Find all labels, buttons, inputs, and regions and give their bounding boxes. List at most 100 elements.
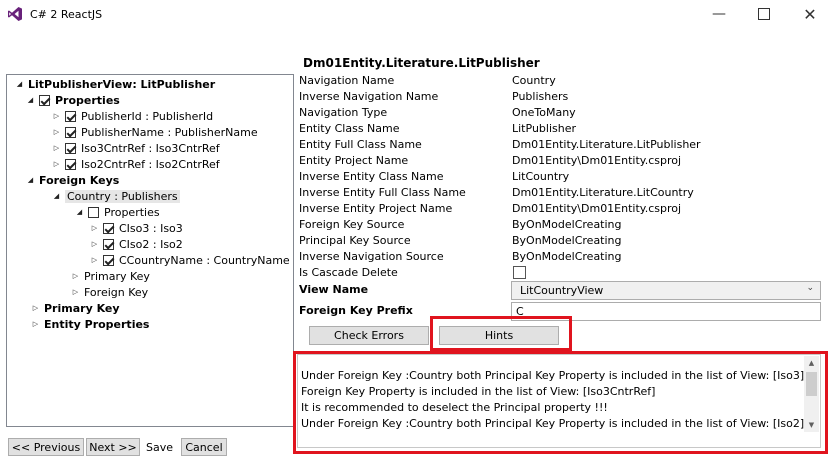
tree-node-primary-key[interactable]: ▷ Primary Key [31, 300, 120, 316]
prop-value: Country [512, 74, 556, 87]
cascade-delete-label: Is Cascade Delete [299, 266, 398, 279]
prop-label: Inverse Entity Project Name [299, 202, 453, 215]
tree-label: Primary Key [44, 301, 120, 315]
tree-label: Properties [104, 205, 160, 219]
fk-properties-checkbox[interactable] [88, 206, 99, 218]
prop-value: LitCountry [512, 170, 570, 183]
expand-icon[interactable]: ▷ [90, 224, 99, 232]
tree-label: CCountryName : CountryName [119, 253, 290, 267]
view-name-select[interactable]: LitCountryView ⌄ [511, 281, 821, 300]
visual-studio-icon [8, 7, 22, 21]
prop-label: Principal Key Source [299, 234, 411, 247]
prop-label: Entity Class Name [299, 122, 400, 135]
tree-node-fk-property[interactable]: ▷ CCountryName : CountryName [90, 252, 290, 268]
prop-value: OneToMany [512, 106, 576, 119]
expand-icon[interactable]: ▷ [71, 288, 80, 296]
prop-value: LitPublisher [512, 122, 576, 135]
prop-label: Entity Full Class Name [299, 138, 422, 151]
chevron-down-icon: ⌄ [806, 283, 814, 293]
tree-node-properties[interactable]: ◢ Properties [26, 92, 120, 108]
tree-label: PublisherName : PublisherName [81, 125, 258, 139]
cascade-delete-checkbox[interactable] [513, 266, 526, 279]
tree-node-property[interactable]: ▷ Iso3CntrRef : Iso3CntrRef [52, 140, 220, 156]
expand-icon[interactable]: ▷ [90, 240, 99, 248]
cancel-button[interactable]: Cancel [181, 438, 227, 456]
tree-node-property[interactable]: ▷ PublisherName : PublisherName [52, 124, 258, 140]
property-checkbox[interactable] [103, 222, 114, 234]
tree-label: Iso2CntrRef : Iso2CntrRef [81, 157, 220, 171]
prop-label: Inverse Navigation Source [299, 250, 444, 263]
view-name-value: LitCountryView [520, 284, 604, 297]
entity-tree[interactable]: ◢ LitPublisherView: LitPublisher ◢ Prope… [6, 74, 294, 427]
prop-label: Inverse Entity Class Name [299, 170, 444, 183]
collapse-icon[interactable]: ◢ [26, 176, 35, 184]
tree-node-foreign-keys[interactable]: ◢ Foreign Keys [26, 172, 120, 188]
property-checkbox[interactable] [103, 238, 114, 250]
hints-highlight-frame [430, 316, 572, 351]
tree-node-fk-properties[interactable]: ◢ Properties [75, 204, 160, 220]
next-button[interactable]: Next >> [86, 438, 140, 456]
tree-node-fk-property[interactable]: ▷ CIso3 : Iso3 [90, 220, 183, 236]
expand-icon[interactable]: ▷ [31, 304, 40, 312]
tree-label-selected: Country : Publishers [65, 189, 180, 203]
tree-node-property[interactable]: ▷ PublisherId : PublisherId [52, 108, 213, 124]
tree-label: Foreign Keys [39, 173, 120, 187]
collapse-icon[interactable]: ◢ [15, 80, 24, 88]
expand-icon[interactable]: ▷ [52, 144, 61, 152]
entity-title: Dm01Entity.Literature.LitPublisher [303, 56, 540, 70]
prop-label: Inverse Entity Full Class Name [299, 186, 466, 199]
prop-value: Dm01Entity.Literature.LitCountry [512, 186, 694, 199]
tree-node-fk-foreign-key[interactable]: ▷ Foreign Key [71, 284, 148, 300]
tree-label: Iso3CntrRef : Iso3CntrRef [81, 141, 220, 155]
view-name-label: View Name [299, 283, 369, 296]
expand-icon[interactable]: ▷ [90, 256, 99, 264]
expand-icon[interactable]: ▷ [71, 272, 80, 280]
minimize-icon[interactable]: — [706, 2, 732, 26]
tree-node-entity-properties[interactable]: ▷ Entity Properties [31, 316, 150, 332]
collapse-icon[interactable]: ◢ [75, 208, 84, 216]
prop-value: ByOnModelCreating [512, 250, 622, 263]
prop-value: ByOnModelCreating [512, 218, 622, 231]
window-title: C# 2 ReactJS [30, 8, 103, 21]
expand-icon[interactable]: ▷ [31, 320, 40, 328]
collapse-icon[interactable]: ◢ [26, 96, 35, 104]
prop-label: Entity Project Name [299, 154, 409, 167]
tree-label: Properties [55, 93, 120, 107]
maximize-icon[interactable] [751, 2, 777, 26]
prop-label: Navigation Name [299, 74, 395, 87]
tree-node-fk-primary-key[interactable]: ▷ Primary Key [71, 268, 150, 284]
tree-root-label: LitPublisherView: LitPublisher [28, 77, 216, 91]
tree-label: CIso2 : Iso2 [119, 237, 183, 251]
tree-label: Primary Key [84, 269, 150, 283]
tree-label: Foreign Key [84, 285, 149, 299]
expand-icon[interactable]: ▷ [52, 160, 61, 168]
property-checkbox[interactable] [65, 158, 76, 170]
prop-label: Navigation Type [299, 106, 388, 119]
tree-label: PublisherId : PublisherId [81, 109, 214, 123]
collapse-icon[interactable]: ◢ [52, 192, 61, 200]
title-bar: C# 2 ReactJS — ✕ [0, 0, 831, 30]
tree-node-country[interactable]: ◢ Country : Publishers [52, 188, 180, 204]
expand-icon[interactable]: ▷ [52, 128, 61, 136]
expand-icon[interactable]: ▷ [52, 112, 61, 120]
property-checkbox[interactable] [103, 254, 114, 266]
messages-highlight-frame [293, 351, 828, 454]
tree-label: CIso3 : Iso3 [119, 221, 183, 235]
close-icon[interactable]: ✕ [797, 2, 823, 26]
check-errors-button[interactable]: Check Errors [309, 326, 429, 345]
prop-value: Publishers [512, 90, 569, 103]
property-checkbox[interactable] [65, 110, 76, 122]
prop-value: Dm01Entity\Dm01Entity.csproj [512, 202, 682, 215]
properties-checkbox[interactable] [39, 94, 50, 106]
property-checkbox[interactable] [65, 142, 76, 154]
prop-value: ByOnModelCreating [512, 234, 622, 247]
property-checkbox[interactable] [65, 126, 76, 138]
tree-node-property[interactable]: ▷ Iso2CntrRef : Iso2CntrRef [52, 156, 220, 172]
save-link[interactable]: Save [146, 441, 173, 454]
prop-value: Dm01Entity\Dm01Entity.csproj [512, 154, 682, 167]
tree-node-fk-property[interactable]: ▷ CIso2 : Iso2 [90, 236, 183, 252]
previous-button[interactable]: << Previous [8, 438, 84, 456]
tree-label: Entity Properties [44, 317, 150, 331]
fk-prefix-label: Foreign Key Prefix [299, 304, 413, 317]
tree-node-root[interactable]: ◢ LitPublisherView: LitPublisher [15, 76, 215, 92]
